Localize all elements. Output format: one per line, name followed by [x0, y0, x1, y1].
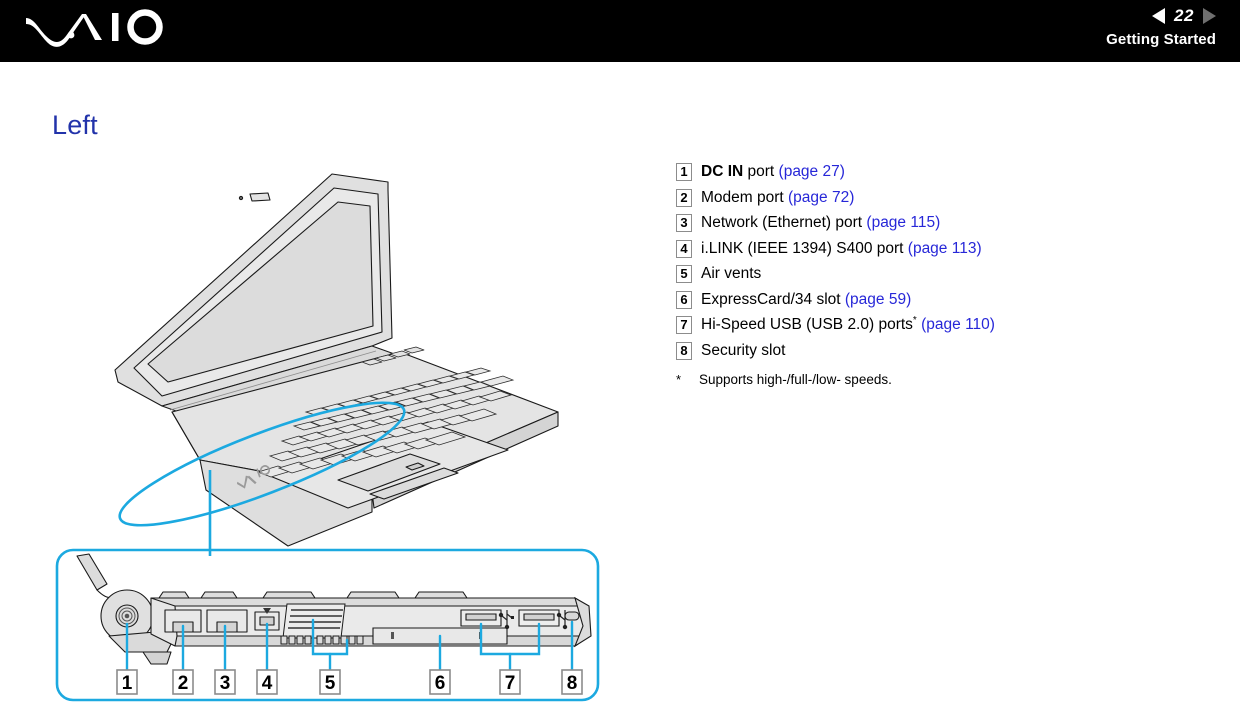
list-item-text: Modem port (page 72) — [701, 188, 854, 207]
callout-number: 3 — [676, 214, 692, 232]
list-item-label: Security slot — [701, 341, 786, 359]
footnote-marker: * — [676, 371, 682, 387]
svg-text:4: 4 — [262, 673, 273, 694]
list-item-label-bold: DC IN — [701, 163, 744, 180]
list-item-text: i.LINK (IEEE 1394) S400 port (page 113) — [701, 239, 982, 258]
list-item-text: Hi-Speed USB (USB 2.0) ports* (page 110) — [701, 315, 995, 334]
list-item: 6 ExpressCard/34 slot (page 59) — [676, 290, 1196, 309]
svg-text:1: 1 — [122, 673, 133, 694]
svg-text:6: 6 — [435, 673, 446, 694]
callout-connector-line — [208, 470, 212, 556]
list-item-label: ExpressCard/34 slot — [701, 290, 845, 308]
callout-number: 7 — [676, 316, 692, 334]
page-navigation[interactable]: 22 — [1106, 0, 1216, 29]
page-reference-link[interactable]: (page 27) — [779, 163, 845, 180]
list-item: 1 DC IN port (page 27) — [676, 162, 1196, 181]
list-item: 8 Security slot — [676, 341, 1196, 360]
page-reference-link[interactable]: (page 113) — [908, 240, 982, 257]
list-item: 3 Network (Ethernet) port (page 115) — [676, 213, 1196, 232]
previous-page-arrow-icon[interactable] — [1152, 8, 1165, 24]
left-side-port-detail-illustration: 1 2 3 4 5 6 7 8 — [55, 548, 600, 702]
svg-text:7: 7 — [505, 673, 516, 694]
list-item-label: Air vents — [701, 265, 762, 282]
footnote-marker: * — [912, 314, 917, 326]
list-item-text: ExpressCard/34 slot (page 59) — [701, 290, 911, 309]
page-reference-link[interactable]: (page 59) — [845, 291, 911, 308]
list-item-label: Hi-Speed USB (USB 2.0) ports — [701, 316, 913, 333]
callout-number: 8 — [676, 341, 692, 360]
callout-number: 4 — [676, 239, 692, 258]
svg-text:5: 5 — [325, 673, 336, 694]
callout-number: 1 — [676, 163, 692, 181]
header-right-group: 22 Getting Started — [1106, 0, 1216, 62]
page-reference-link[interactable]: (page 72) — [788, 189, 854, 206]
list-item-label: Network (Ethernet) port — [701, 214, 867, 231]
page-number: 22 — [1174, 6, 1194, 25]
callout-number: 5 — [676, 265, 692, 283]
list-item-text: Network (Ethernet) port (page 115) — [701, 213, 940, 232]
footnote: * Supports high-/full-/low- speeds. — [676, 372, 1196, 387]
list-item: 4 i.LINK (IEEE 1394) S400 port (page 113… — [676, 239, 1196, 258]
section-title: Getting Started — [1106, 31, 1216, 48]
callout-number: 6 — [676, 290, 692, 309]
list-item-label: port — [743, 163, 779, 180]
svg-text:2: 2 — [178, 673, 189, 694]
svg-text:8: 8 — [567, 673, 578, 694]
list-item-text: Air vents — [701, 264, 761, 283]
vaio-logo — [26, 9, 163, 47]
next-page-arrow-icon[interactable] — [1203, 8, 1216, 24]
callout-number-group: 1 2 3 4 5 6 7 8 — [116, 669, 583, 695]
footnote-text: Supports high-/full-/low- speeds. — [699, 371, 892, 387]
page-reference-link[interactable]: (page 110) — [921, 316, 995, 333]
page-title: Left — [52, 110, 98, 140]
list-item: 5 Air vents — [676, 264, 1196, 283]
list-item-text: DC IN port (page 27) — [701, 162, 845, 181]
list-item: 7 Hi-Speed USB (USB 2.0) ports* (page 11… — [676, 315, 1196, 334]
port-legend-list: 1 DC IN port (page 27) 2 Modem port (pag… — [676, 162, 1196, 387]
list-item-text: Security slot — [701, 341, 785, 360]
page-reference-link[interactable]: (page 115) — [866, 214, 940, 231]
list-item: 2 Modem port (page 72) — [676, 188, 1196, 207]
page-header: 22 Getting Started — [0, 0, 1240, 62]
list-item-label: Modem port — [701, 188, 789, 206]
list-item-label: i.LINK (IEEE 1394) S400 port — [701, 239, 908, 257]
svg-text:3: 3 — [220, 673, 231, 694]
callout-number: 2 — [676, 188, 692, 207]
